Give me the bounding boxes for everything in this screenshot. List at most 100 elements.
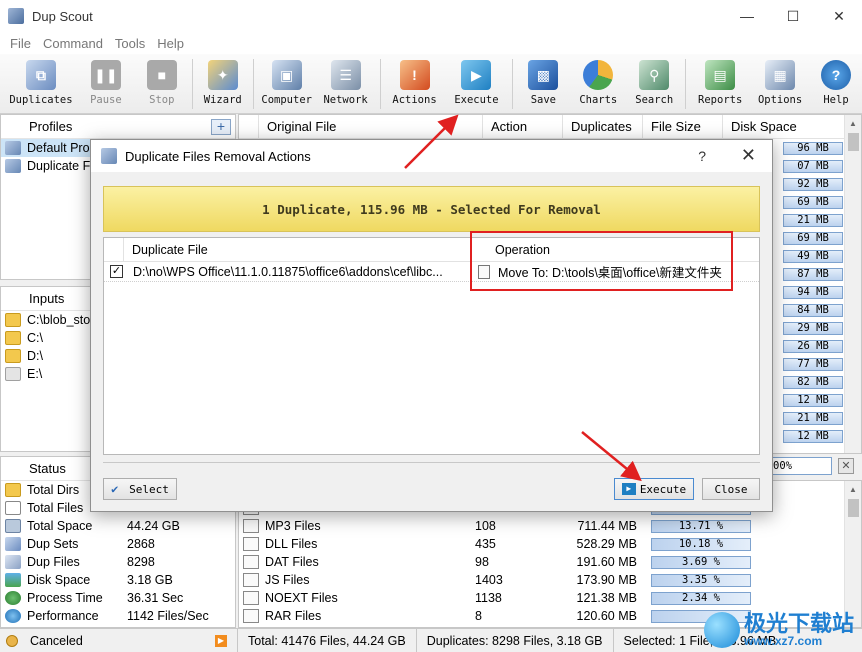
wizard-icon: ✦ bbox=[207, 60, 238, 90]
profiles-header-label: Profiles bbox=[29, 119, 73, 134]
dialog-help-icon[interactable]: ? bbox=[698, 148, 706, 164]
help-icon: ? bbox=[821, 60, 852, 90]
column-action[interactable]: Action bbox=[483, 114, 563, 139]
file-type-name: NOEXT Files bbox=[265, 591, 338, 605]
execute-button[interactable]: ▶ Execute bbox=[444, 54, 508, 114]
scroll-up-icon[interactable]: ▲ bbox=[845, 481, 861, 498]
scroll-thumb[interactable] bbox=[848, 499, 859, 517]
dialog-close-button[interactable]: Close bbox=[702, 478, 760, 500]
column-duplicates[interactable]: Duplicates bbox=[563, 114, 643, 139]
file-type-row[interactable]: NOEXT Files 1138 121.38 MB 2.34 % bbox=[239, 589, 861, 607]
options-button[interactable]: ▦ Options bbox=[750, 54, 810, 114]
disk-space-bar: 94 MB bbox=[783, 285, 843, 299]
results-scrollbar[interactable]: ▲ bbox=[844, 115, 861, 453]
save-button[interactable]: ▩ Save bbox=[517, 54, 569, 114]
status-row: Total Space 44.24 GB bbox=[1, 517, 235, 535]
row-checkbox[interactable]: ✓ bbox=[110, 265, 123, 278]
scroll-thumb[interactable] bbox=[848, 133, 859, 151]
status-total: Total: 41476 Files, 44.24 GB bbox=[238, 628, 417, 652]
file-type-row[interactable]: JS Files 1403 173.90 MB 3.35 % bbox=[239, 571, 861, 589]
maximize-icon[interactable]: ☐ bbox=[770, 0, 816, 32]
dialog-close-icon[interactable]: ✕ bbox=[741, 145, 756, 166]
disk-space-bar: 69 MB bbox=[783, 231, 843, 245]
add-profile-button[interactable]: + bbox=[211, 119, 231, 135]
menu-tools[interactable]: Tools bbox=[109, 36, 151, 51]
disk-space-bar: 26 MB bbox=[783, 339, 843, 353]
file-type-size: 173.90 MB bbox=[576, 573, 637, 587]
removal-actions-dialog: Duplicate Files Removal Actions ? ✕ 1 Du… bbox=[90, 139, 773, 512]
file-type-percent: 3.69 % bbox=[651, 555, 751, 569]
watermark-cn: 极光下载站 bbox=[743, 611, 854, 636]
options-label: Options bbox=[757, 94, 803, 106]
dialog-execute-button[interactable]: ▶ Execute bbox=[614, 478, 694, 500]
reports-icon: ▤ bbox=[705, 60, 736, 90]
dialog-divider bbox=[103, 462, 760, 463]
charts-label: Charts bbox=[579, 94, 618, 106]
disk-space-bar: 12 MB bbox=[783, 393, 843, 407]
file-type-name: JS Files bbox=[265, 573, 310, 587]
computer-button[interactable]: ▣ Computer bbox=[258, 54, 316, 114]
network-label: Network bbox=[323, 94, 368, 106]
menu-help[interactable]: Help bbox=[151, 36, 190, 51]
pause-icon: ❚❚ bbox=[90, 60, 121, 90]
file-type-row[interactable]: DAT Files 98 191.60 MB 3.69 % bbox=[239, 553, 861, 571]
charts-icon bbox=[583, 60, 614, 90]
file-type-row[interactable]: MP3 Files 108 711.44 MB 13.71 % bbox=[239, 517, 861, 535]
clear-filter-icon[interactable]: ✕ bbox=[838, 458, 854, 474]
dialog-title: Duplicate Files Removal Actions bbox=[125, 148, 311, 164]
charts-button[interactable]: Charts bbox=[569, 54, 627, 114]
duplicates-icon: ⧉ bbox=[25, 60, 56, 90]
status-label: Total Space bbox=[27, 519, 93, 533]
status-label: Disk Space bbox=[27, 573, 91, 587]
pause-button[interactable]: ❚❚ Pause bbox=[76, 54, 136, 114]
menu-command[interactable]: Command bbox=[37, 36, 109, 51]
wizard-label: Wizard bbox=[203, 94, 242, 106]
actions-button[interactable]: ! Actions bbox=[385, 54, 445, 114]
title-bar: Dup Scout — ☐ ✕ bbox=[0, 0, 862, 32]
disk-space-bar: 87 MB bbox=[783, 267, 843, 281]
disk-space-bar: 84 MB bbox=[783, 303, 843, 317]
watermark: 极光下载站 www.xz7.com bbox=[703, 611, 854, 648]
input-item-label: E:\ bbox=[27, 367, 43, 381]
minimize-icon[interactable]: — bbox=[724, 0, 770, 32]
close-icon[interactable]: ✕ bbox=[816, 0, 862, 32]
execute-label: Execute bbox=[639, 482, 687, 496]
column-file-size[interactable]: File Size bbox=[643, 114, 723, 139]
column-disk-space[interactable]: Disk Space bbox=[723, 115, 845, 139]
file-types-scrollbar[interactable]: ▲ bbox=[844, 481, 861, 627]
file-type-percent: 3.35 % bbox=[651, 573, 751, 587]
drive-icon bbox=[5, 519, 21, 533]
stop-button[interactable]: ■ Stop bbox=[136, 54, 188, 114]
file-type-size: 711.44 MB bbox=[577, 519, 637, 533]
status-value: 3.18 GB bbox=[127, 573, 173, 587]
actions-icon: ! bbox=[399, 60, 430, 90]
reports-button[interactable]: ▤ Reports bbox=[690, 54, 750, 114]
stop-label: Stop bbox=[149, 94, 175, 106]
toolbar-separator bbox=[512, 59, 514, 109]
duplicates-button[interactable]: ⧉ Duplicates bbox=[6, 54, 76, 114]
profile-item-label: Default Pro bbox=[27, 141, 90, 155]
stop-icon: ■ bbox=[146, 60, 177, 90]
file-type-count: 1403 bbox=[475, 573, 503, 587]
menu-file[interactable]: File bbox=[4, 36, 37, 51]
search-icon: ⚲ bbox=[639, 60, 670, 90]
file-type-row[interactable]: DLL Files 435 528.29 MB 10.18 % bbox=[239, 535, 861, 553]
scroll-up-icon[interactable]: ▲ bbox=[845, 115, 861, 132]
removal-summary-banner: 1 Duplicate, 115.96 MB - Selected For Re… bbox=[103, 186, 760, 232]
status-value: 36.31 Sec bbox=[127, 591, 184, 605]
status-value: 2868 bbox=[127, 537, 155, 551]
toolbar-separator bbox=[685, 59, 687, 109]
help-button[interactable]: ? Help bbox=[810, 54, 862, 114]
search-button[interactable]: ⚲ Search bbox=[627, 54, 681, 114]
wizard-button[interactable]: ✦ Wizard bbox=[197, 54, 249, 114]
network-button[interactable]: ☰ Network bbox=[316, 54, 376, 114]
file-type-size: 120.60 MB bbox=[576, 609, 637, 623]
file-type-size: 528.29 MB bbox=[576, 537, 637, 551]
file-type-percent: 10.18 % bbox=[651, 537, 751, 551]
play-icon[interactable]: ▶ bbox=[215, 634, 227, 647]
file-type-icon bbox=[243, 537, 259, 551]
column-duplicate-file[interactable]: Duplicate File bbox=[124, 237, 471, 262]
select-button[interactable]: ✔ Select bbox=[103, 478, 177, 500]
status-state-label: Canceled bbox=[30, 633, 83, 648]
column-original-file[interactable]: Original File bbox=[259, 114, 483, 139]
